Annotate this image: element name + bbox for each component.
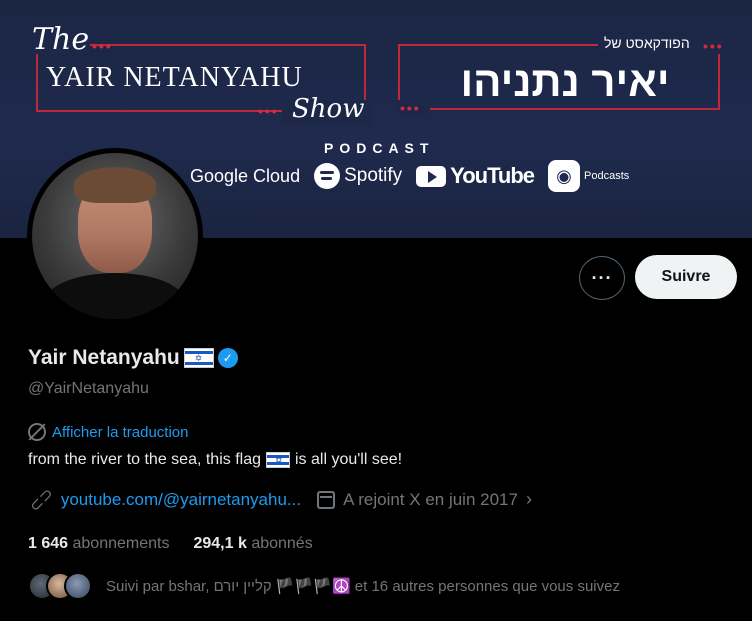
- more-button[interactable]: ···: [579, 256, 625, 300]
- avatar: [64, 572, 92, 600]
- translate-icon: [28, 423, 46, 441]
- verified-icon[interactable]: ✓: [217, 348, 238, 368]
- followed-by[interactable]: Suivi par bshar, קליין יורם 🏴🏴🏴☮️ et 16 …: [28, 572, 620, 600]
- profile-stats: 1 646 abonnements 294,1 k abonnés: [28, 535, 313, 553]
- spotify-icon: [314, 163, 341, 189]
- profile-link[interactable]: ⊂⊃ youtube.com/@yairnetanyahu...: [26, 484, 301, 515]
- youtube-logo: YouTube: [416, 163, 535, 189]
- followed-by-avatars: [28, 572, 92, 600]
- calendar-icon: [317, 490, 336, 509]
- banner-hebrew-title: יאיר נתניהו: [460, 58, 670, 105]
- followed-by-text: Suivi par bshar, קליין יורם 🏴🏴🏴☮️ et 16 …: [106, 578, 620, 595]
- profile-meta: ⊂⊃ youtube.com/@yairnetanyahu... A rejoi…: [26, 484, 532, 515]
- podcasts-icon: ◉: [548, 160, 581, 192]
- avatar-photo: [32, 153, 198, 319]
- flag-icon: ✡: [183, 348, 214, 368]
- banner-podcast: PODCAST: [324, 140, 435, 156]
- profile-name: Yair Netanyahu: [28, 346, 180, 369]
- joined-date[interactable]: A rejoint X en juin 2017 ›: [317, 489, 532, 510]
- link-icon: ⊂⊃: [26, 484, 58, 516]
- follow-button[interactable]: Suivre: [635, 255, 737, 299]
- youtube-icon: [416, 165, 447, 187]
- following-stat[interactable]: 1 646 abonnements: [28, 535, 169, 553]
- followers-stat[interactable]: 294,1 k abonnés: [193, 535, 312, 553]
- banner-show-name: YAIR NETANYAHU: [46, 62, 303, 93]
- banner-platforms: Google Cloud Spotify YouTube ◉ Podcasts: [190, 160, 629, 192]
- translate-link[interactable]: Afficher la traduction: [28, 423, 188, 441]
- avatar[interactable]: [27, 148, 203, 324]
- spotify-logo: Spotify: [314, 163, 402, 189]
- podcasts-logo: ◉ Podcasts: [548, 160, 629, 192]
- profile-handle: @YairNetanyahu: [28, 380, 149, 397]
- profile-bio: from the river to the sea, this flag ✡ i…: [28, 451, 403, 468]
- chevron-right-icon: ›: [525, 489, 532, 509]
- more-icon: ···: [591, 267, 613, 288]
- banner-the: The: [32, 22, 90, 57]
- google-cloud-logo: Google Cloud: [190, 165, 301, 186]
- banner-hebrew-subtitle: הפודקאסט של: [604, 35, 690, 51]
- profile-name-row: Yair Netanyahu ✡ ✓: [28, 346, 238, 370]
- flag-icon: ✡: [266, 452, 290, 468]
- banner-show: Show: [292, 94, 365, 124]
